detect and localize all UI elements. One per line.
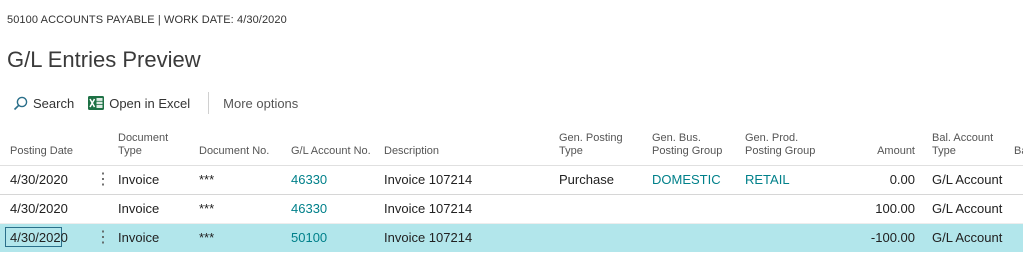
document-no-cell[interactable]: *** xyxy=(199,166,214,194)
description-cell[interactable]: Invoice 107214 xyxy=(384,166,472,194)
gl-account-no-link[interactable]: 46330 xyxy=(291,166,327,194)
posting-date-cell[interactable]: 4/30/2020 xyxy=(10,224,68,252)
description-cell[interactable]: Invoice 107214 xyxy=(384,195,472,223)
search-button[interactable]: Search xyxy=(13,96,74,111)
document-type-cell[interactable]: Invoice xyxy=(118,166,159,194)
table-row[interactable]: 4/30/2020 Invoice *** 46330 Invoice 1072… xyxy=(0,195,1023,224)
gl-account-no-link[interactable]: 46330 xyxy=(291,195,327,223)
action-bar: Search Open in Excel More options xyxy=(13,92,298,114)
table-row[interactable]: 4/30/2020 ⋮ Invoice *** 46330 Invoice 10… xyxy=(0,166,1023,195)
search-icon xyxy=(13,96,28,111)
page-context-caption: 50100 ACCOUNTS PAYABLE | WORK DATE: 4/30… xyxy=(7,14,287,26)
open-in-excel-button[interactable]: Open in Excel xyxy=(88,96,190,111)
row-actions-icon[interactable]: ⋮ xyxy=(95,224,111,252)
col-header-gen-bus-posting-group[interactable]: Gen. Bus. Posting Group xyxy=(652,132,722,158)
open-in-excel-label: Open in Excel xyxy=(109,95,191,111)
document-type-cell[interactable]: Invoice xyxy=(118,224,159,252)
col-header-bal-account-cut[interactable]: Ba xyxy=(1014,145,1023,158)
bal-account-type-cell[interactable]: G/L Account xyxy=(932,195,1002,223)
amount-cell[interactable]: 100.00 xyxy=(845,195,915,223)
excel-icon xyxy=(88,96,105,110)
description-cell[interactable]: Invoice 107214 xyxy=(384,224,472,252)
more-options-label: More options xyxy=(223,95,299,111)
amount-cell[interactable]: -100.00 xyxy=(845,224,915,252)
col-header-gen-posting-type[interactable]: Gen. Posting Type xyxy=(559,132,623,158)
gen-posting-type-cell[interactable]: Purchase xyxy=(559,166,614,194)
grid-header: Posting Date Document Type Document No. … xyxy=(0,123,1023,166)
gen-bus-posting-group-link[interactable]: DOMESTIC xyxy=(652,166,721,194)
action-divider xyxy=(208,92,210,114)
col-header-gl-account-no[interactable]: G/L Account No. xyxy=(291,145,371,158)
col-header-document-no[interactable]: Document No. xyxy=(199,145,269,158)
col-header-amount[interactable]: Amount xyxy=(860,145,915,158)
search-label: Search xyxy=(33,95,75,111)
gen-prod-posting-group-link[interactable]: RETAIL xyxy=(745,166,790,194)
gl-entries-grid: Posting Date Document Type Document No. … xyxy=(0,123,1023,252)
bal-account-type-cell[interactable]: G/L Account xyxy=(932,166,1002,194)
document-no-cell[interactable]: *** xyxy=(199,224,214,252)
table-row-selected[interactable]: 4/30/2020 ⋮ Invoice *** 50100 Invoice 10… xyxy=(0,224,1023,252)
col-header-document-type[interactable]: Document Type xyxy=(118,132,168,158)
page-title: G/L Entries Preview xyxy=(7,47,201,72)
posting-date-cell[interactable]: 4/30/2020 xyxy=(10,195,68,223)
gl-account-no-link[interactable]: 50100 xyxy=(291,224,327,252)
document-type-cell[interactable]: Invoice xyxy=(118,195,159,223)
row-actions-icon[interactable]: ⋮ xyxy=(95,166,111,194)
col-header-description[interactable]: Description xyxy=(384,145,439,158)
bal-account-type-cell[interactable]: G/L Account xyxy=(932,224,1002,252)
col-header-bal-account-type[interactable]: Bal. Account Type xyxy=(932,132,993,158)
posting-date-cell[interactable]: 4/30/2020 xyxy=(10,166,68,194)
document-no-cell[interactable]: *** xyxy=(199,195,214,223)
col-header-gen-prod-posting-group[interactable]: Gen. Prod. Posting Group xyxy=(745,132,815,158)
amount-cell[interactable]: 0.00 xyxy=(845,166,915,194)
more-options-button[interactable]: More options xyxy=(223,96,298,111)
col-header-posting-date[interactable]: Posting Date xyxy=(10,145,73,158)
